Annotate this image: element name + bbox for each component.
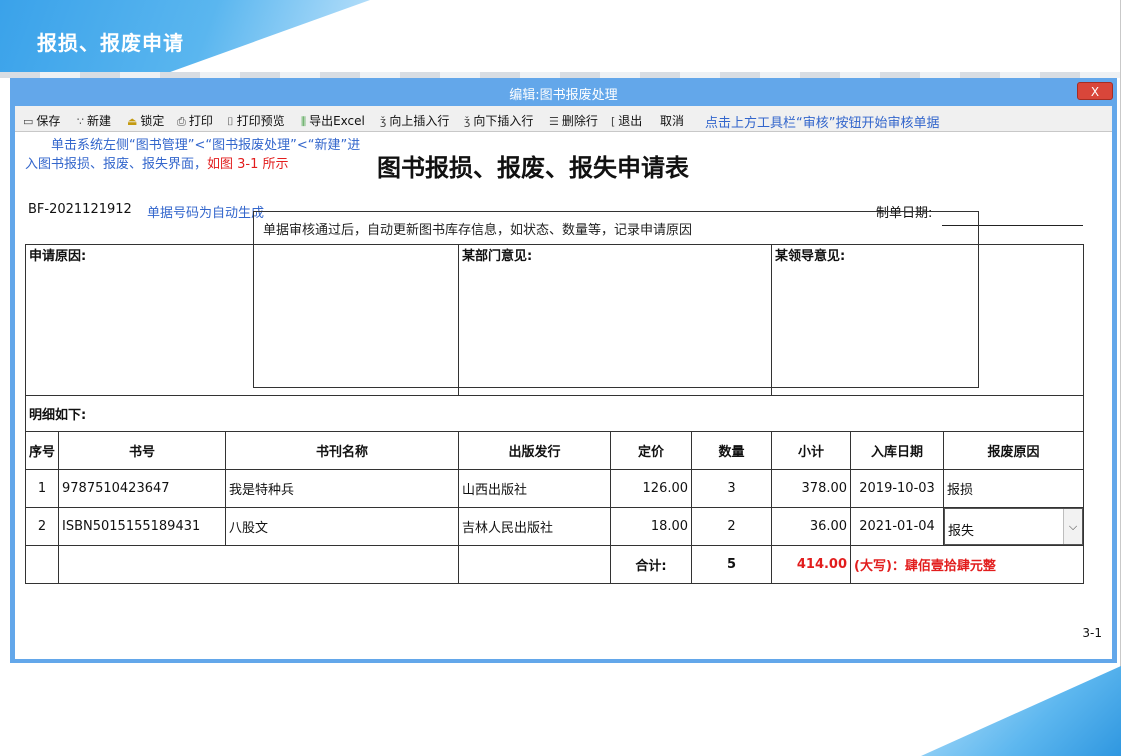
col-header-title: 书刊名称: [224, 431, 460, 470]
lock-button[interactable]: ⏏ 锁定: [127, 112, 164, 129]
bill-number: BF-2021121912: [28, 202, 132, 217]
col-header-publisher: 出版发行: [458, 431, 612, 470]
cell-reason[interactable]: 报损: [943, 469, 1085, 508]
cell-isbn[interactable]: 9787510423647: [58, 469, 226, 508]
delete-row-icon: ☰: [549, 115, 559, 128]
cell-title[interactable]: 我是特种兵: [224, 469, 460, 508]
col-header-subtotal: 小计: [771, 431, 852, 470]
insert-above-button[interactable]: ǯ 向上插入行: [380, 112, 449, 129]
total-amount: 414.00: [771, 545, 852, 584]
reason-dropdown[interactable]: 报失 ⌵: [944, 508, 1083, 545]
cell-stock-date[interactable]: 2019-10-03: [850, 469, 945, 508]
toolbar-hint: 点击上方工具栏“审核”按钮开始审核单据: [705, 116, 940, 131]
col-header-isbn: 书号: [58, 431, 226, 470]
detail-label: 明细如下:: [24, 395, 1085, 432]
cell-quantity[interactable]: 2: [691, 507, 773, 546]
bill-number-note: 单据号码为自动生成: [147, 206, 265, 221]
close-button[interactable]: X: [1077, 82, 1113, 100]
total-empty-1: [25, 545, 59, 584]
col-header-price: 定价: [610, 431, 693, 470]
total-quantity: 5: [691, 545, 773, 584]
cell-seq[interactable]: 1: [25, 469, 59, 508]
exit-button[interactable]: [退出: [611, 112, 642, 129]
new-icon: ∵: [77, 115, 84, 128]
insert-above-icon: ǯ: [380, 115, 387, 128]
total-row: 合计: 5 414.00 (大写)：肆佰壹拾肆元整: [25, 545, 1085, 584]
print-icon: ⎙: [177, 115, 186, 128]
cell-isbn[interactable]: ISBN5015155189431: [58, 507, 226, 546]
save-button[interactable]: ▭ 保存: [23, 112, 60, 129]
total-label: 合计:: [610, 545, 693, 584]
col-header-reason: 报废原因: [943, 431, 1085, 470]
figure-number: 3-1: [1082, 626, 1102, 640]
callout-text: 单据审核通过后，自动更新图书库存信息，如状态、数量等，记录申请原因: [263, 223, 693, 238]
reason-select[interactable]: 报失 ⌵: [943, 507, 1085, 546]
toolbar: ▭ 保存 ∵ 新建 ⏏ 锁定 ⎙ 打印 ⌷ 打印预览 ⫼ 导出Excel ǯ 向上插入行 ǯ向…: [15, 106, 1112, 132]
reason-select-value: 报失: [948, 524, 975, 539]
cell-seq[interactable]: 2: [25, 507, 59, 546]
dialog-titlebar[interactable]: 编辑:图书报废处理 X: [10, 78, 1117, 106]
col-header-quantity: 数量: [691, 431, 773, 470]
cell-price[interactable]: 126.00: [610, 469, 693, 508]
new-button[interactable]: ∵ 新建: [77, 112, 111, 129]
table-header: 序号 书号 书刊名称 出版发行 定价 数量 小计 入库日期 报废原因: [25, 431, 1085, 470]
cell-title[interactable]: 八股文: [224, 507, 460, 546]
cell-subtotal[interactable]: 36.00: [771, 507, 852, 546]
print-preview-icon: ⌷: [227, 115, 234, 128]
form-area: 单击系统左侧“图书管理”<“图书报废处理”<“新建”进入图书报损、报废、报失界面…: [15, 132, 1112, 659]
export-excel-button[interactable]: ⫼ 导出Excel: [301, 112, 365, 129]
detail-label-row: 明细如下:: [24, 395, 1085, 432]
cancel-button[interactable]: 取消: [660, 112, 684, 129]
print-button[interactable]: ⎙ 打印: [177, 112, 213, 129]
cell-publisher[interactable]: 山西出版社: [458, 469, 612, 508]
dialog-title: 编辑:图书报废处理: [509, 88, 618, 103]
total-empty-3: [458, 545, 612, 584]
cell-quantity[interactable]: 3: [691, 469, 773, 508]
col-header-stock-date: 入库日期: [850, 431, 945, 470]
edit-dialog: 编辑:图书报废处理 X ▭ 保存 ∵ 新建 ⏏ 锁定 ⎙ 打印 ⌷ 打印预览 ⫼ 导出Exc…: [10, 78, 1117, 663]
slide-title: 报损、报废申请: [37, 31, 184, 55]
table-row[interactable]: 2 ISBN5015155189431 八股文 吉林人民出版社 18.00 2 …: [25, 507, 1085, 546]
slide-header: 报损、报废申请: [0, 0, 1121, 73]
cell-publisher[interactable]: 吉林人民出版社: [458, 507, 612, 546]
cell-subtotal[interactable]: 378.00: [771, 469, 852, 508]
save-icon: ▭: [23, 115, 34, 128]
total-empty-2: [57, 545, 460, 584]
insert-below-icon: ǯ: [464, 115, 471, 128]
total-amount-words: (大写)：肆佰壹拾肆元整: [850, 545, 1085, 584]
lock-icon: ⏏: [127, 115, 138, 128]
col-header-seq: 序号: [25, 431, 59, 470]
corner-decoration: [921, 666, 1121, 756]
cell-stock-date[interactable]: 2021-01-04: [850, 507, 945, 546]
exit-icon: [: [611, 115, 616, 128]
excel-icon: ⫼: [301, 115, 307, 128]
insert-below-button[interactable]: ǯ 向下插入行: [464, 112, 533, 129]
chevron-down-icon[interactable]: ⌵: [1063, 509, 1083, 544]
instruction-note: 单击系统左侧“图书管理”<“图书报废处理”<“新建”进入图书报损、报废、报失界面…: [25, 138, 361, 172]
form-title: 图书报损、报废、报失申请表: [377, 153, 689, 182]
table-row[interactable]: 1 9787510423647 我是特种兵 山西出版社 126.00 3 378…: [25, 469, 1085, 508]
delete-row-button[interactable]: ☰ 删除行: [549, 112, 598, 129]
cell-price[interactable]: 18.00: [610, 507, 693, 546]
print-preview-button[interactable]: ⌷ 打印预览: [227, 112, 285, 129]
